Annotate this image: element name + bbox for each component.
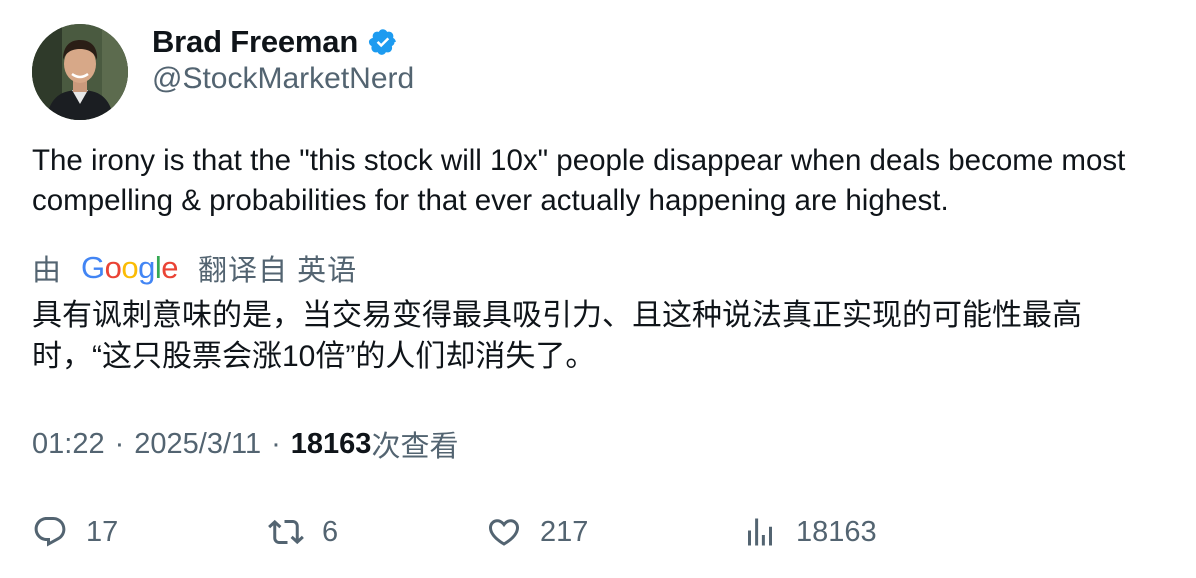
analytics-icon [748,518,772,546]
google-logo: Google [81,250,179,285]
translated-text: 具有讽刺意味的是，当交易变得最具吸引力、且这种说法真正实现的可能性最高时，“这只… [32,299,1082,373]
retweet-icon [268,519,304,545]
verified-badge-icon [368,27,398,57]
like-button[interactable]: 217 [486,510,588,554]
translation-attribution: 由 Google 翻译自 英语 [32,248,357,288]
tweet-date[interactable]: 2025/3/11 [134,428,261,461]
retweet-button[interactable]: 6 [268,510,338,554]
meta-separator: · [114,427,125,460]
author-name-row: Brad Freeman [152,22,398,62]
translation-by-label: 由 [32,255,62,287]
views-action-count: 18163 [796,515,877,548]
views-button[interactable]: 18163 [742,510,877,554]
views-count: 18163 [290,427,372,460]
action-bar: 17 6 217 18163 [32,510,1172,554]
reply-button[interactable]: 17 [32,510,118,554]
avatar[interactable] [32,24,128,120]
views-label: 次查看 [371,431,459,463]
author-display-name[interactable]: Brad Freeman [152,24,358,60]
tweet-time[interactable]: 01:22 [32,428,105,461]
reply-icon [34,517,66,547]
reply-count: 17 [86,515,119,548]
heart-icon [488,519,520,546]
author-handle[interactable]: @StockMarketNerd [152,62,414,96]
tweet-text: The irony is that the "this stock will 1… [32,144,1126,217]
meta-separator: · [271,427,281,460]
translation-from-label: 翻译自 英语 [198,255,358,287]
retweet-count: 6 [322,515,339,548]
tweet-meta: 01:22 · 2025/3/11 · 18163 次查看 [32,424,458,464]
like-count: 217 [540,515,589,548]
